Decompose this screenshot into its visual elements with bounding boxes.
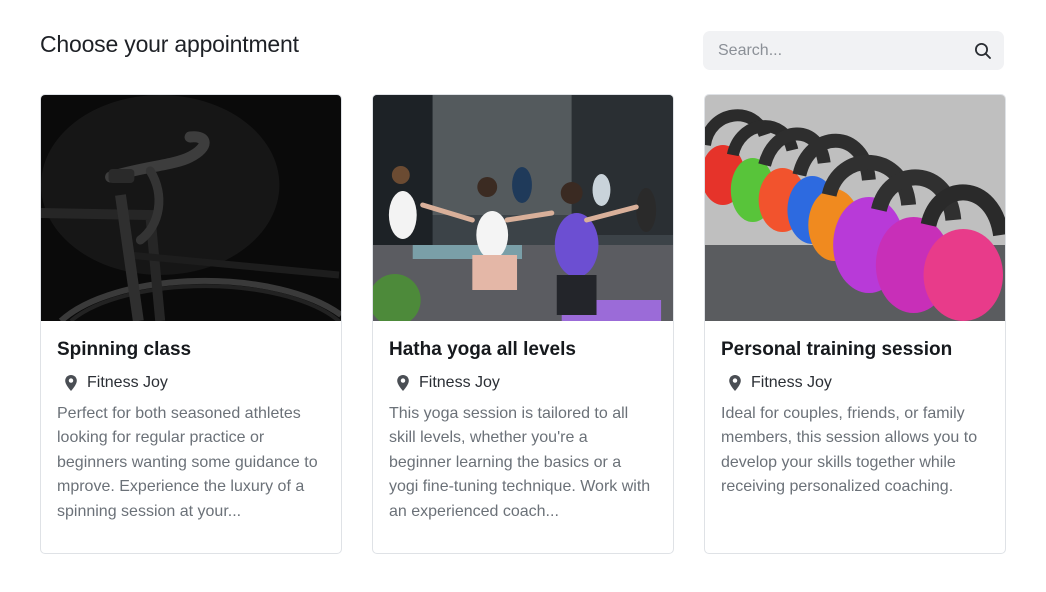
map-pin-icon xyxy=(396,374,410,392)
search-input[interactable] xyxy=(716,40,974,61)
card-description: Perfect for both seasoned athletes looki… xyxy=(57,405,318,520)
appointment-card-personal-training[interactable]: Personal training session Fitness Joy Id… xyxy=(704,94,1006,554)
card-body: Hatha yoga all levels Fitness Joy This y… xyxy=(373,321,673,524)
card-title: Spinning class xyxy=(57,339,192,360)
map-pin-icon xyxy=(728,374,742,392)
kettlebells-photo xyxy=(705,95,1005,321)
card-location: Fitness Joy xyxy=(728,374,989,392)
card-location: Fitness Joy xyxy=(396,374,657,392)
card-title: Personal training session xyxy=(721,339,953,360)
card-body: Spinning class Fitness Joy Perfect for b… xyxy=(41,321,341,524)
location-name: Fitness Joy xyxy=(751,374,832,391)
card-location: Fitness Joy xyxy=(64,374,325,392)
card-description: This yoga session is tailored to all ski… xyxy=(389,405,651,520)
bicycle-photo xyxy=(41,95,341,321)
location-name: Fitness Joy xyxy=(419,374,500,391)
map-pin-icon xyxy=(64,374,78,392)
appointment-page: Choose your appointment Search... Spinni… xyxy=(0,0,1046,592)
page-title: Choose your appointment xyxy=(40,31,299,57)
yoga-class-photo xyxy=(373,95,673,321)
search-icon[interactable] xyxy=(974,42,992,60)
card-title: Hatha yoga all levels xyxy=(389,339,576,360)
search-box[interactable] xyxy=(703,31,1004,70)
location-name: Fitness Joy xyxy=(87,374,168,391)
appointment-card-yoga[interactable]: Hatha yoga all levels Fitness Joy This y… xyxy=(372,94,674,554)
appointment-card-spinning[interactable]: Spinning class Fitness Joy Perfect for b… xyxy=(40,94,342,554)
card-description: Ideal for couples, friends, or family me… xyxy=(721,405,978,496)
card-body: Personal training session Fitness Joy Id… xyxy=(705,321,1005,500)
